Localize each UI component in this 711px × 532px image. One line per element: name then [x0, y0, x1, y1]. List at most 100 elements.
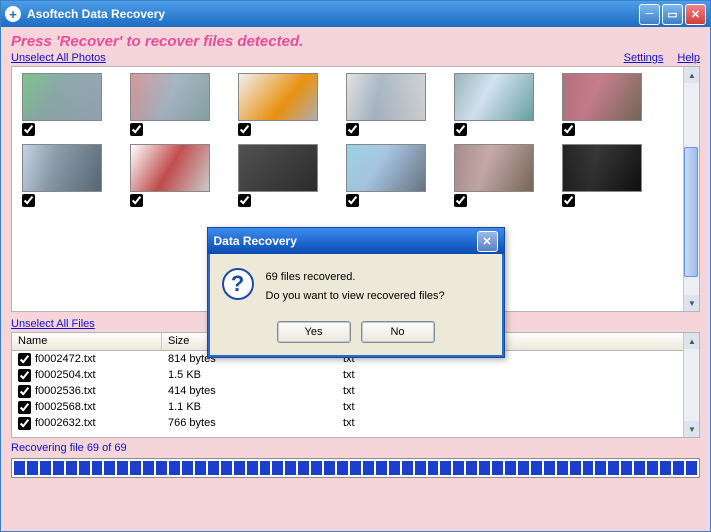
- recovery-dialog: Data Recovery ✕ ? 69 files recovered. Do…: [207, 227, 505, 358]
- progress-segment: [453, 461, 464, 475]
- dialog-close-button[interactable]: ✕: [477, 231, 498, 252]
- table-row[interactable]: f0002632.txt766 bytestxt: [12, 415, 699, 431]
- photo-checkbox[interactable]: [562, 194, 575, 207]
- unselect-all-files-link[interactable]: Unselect All Files: [11, 318, 95, 330]
- progress-segment: [466, 461, 477, 475]
- app-icon: +: [5, 6, 21, 22]
- progress-segment: [492, 461, 503, 475]
- file-name: f0002472.txt: [35, 353, 96, 365]
- file-size: 1.1 KB: [162, 401, 337, 413]
- thumbnail: [346, 73, 426, 121]
- progress-segment: [234, 461, 245, 475]
- app-window: + Asoftech Data Recovery ─ ▭ ✕ Press 'Re…: [0, 0, 711, 532]
- progress-bar: [11, 458, 700, 478]
- photo-checkbox[interactable]: [238, 123, 251, 136]
- photo-item[interactable]: [238, 144, 322, 207]
- file-name: f0002504.txt: [35, 369, 96, 381]
- photo-checkbox[interactable]: [130, 194, 143, 207]
- progress-segment: [324, 461, 335, 475]
- progress-segment: [169, 461, 180, 475]
- photo-checkbox[interactable]: [22, 123, 35, 136]
- file-checkbox[interactable]: [18, 417, 31, 430]
- progress-segment: [156, 461, 167, 475]
- file-name: f0002536.txt: [35, 385, 96, 397]
- photo-checkbox[interactable]: [454, 194, 467, 207]
- photo-item[interactable]: [238, 73, 322, 136]
- scroll-down-icon[interactable]: ▼: [684, 295, 700, 311]
- photo-item[interactable]: [346, 73, 430, 136]
- progress-segment: [311, 461, 322, 475]
- thumbnail: [454, 144, 534, 192]
- progress-segment: [389, 461, 400, 475]
- file-checkbox[interactable]: [18, 401, 31, 414]
- progress-segment: [634, 461, 645, 475]
- progress-segment: [66, 461, 77, 475]
- photo-checkbox[interactable]: [346, 194, 359, 207]
- thumbnail: [346, 144, 426, 192]
- photo-item[interactable]: [562, 144, 646, 207]
- file-scrollbar[interactable]: ▲ ▼: [683, 333, 699, 437]
- progress-segment: [272, 461, 283, 475]
- photo-item[interactable]: [454, 144, 538, 207]
- instruction-text: Press 'Recover' to recover files detecte…: [11, 33, 700, 50]
- file-ext: txt: [337, 417, 482, 429]
- thumbnail: [454, 73, 534, 121]
- help-link[interactable]: Help: [677, 52, 700, 64]
- photo-item[interactable]: [22, 73, 106, 136]
- photo-checkbox[interactable]: [130, 123, 143, 136]
- table-row[interactable]: f0002568.txt1.1 KBtxt: [12, 399, 699, 415]
- photo-checkbox[interactable]: [238, 194, 251, 207]
- progress-segment: [686, 461, 697, 475]
- thumbnail: [238, 144, 318, 192]
- progress-segment: [505, 461, 516, 475]
- yes-button[interactable]: Yes: [277, 321, 351, 343]
- scroll-down-icon[interactable]: ▼: [684, 421, 700, 437]
- photo-item[interactable]: [130, 144, 214, 207]
- table-row[interactable]: f0002504.txt1.5 KBtxt: [12, 367, 699, 383]
- progress-segment: [660, 461, 671, 475]
- progress-segment: [673, 461, 684, 475]
- progress-segment: [337, 461, 348, 475]
- status-text: Recovering file 69 of 69: [11, 442, 700, 454]
- progress-segment: [53, 461, 64, 475]
- progress-segment: [544, 461, 555, 475]
- photo-checkbox[interactable]: [562, 123, 575, 136]
- progress-segment: [583, 461, 594, 475]
- progress-segment: [221, 461, 232, 475]
- photo-checkbox[interactable]: [454, 123, 467, 136]
- settings-link[interactable]: Settings: [624, 52, 664, 64]
- content-area: Press 'Recover' to recover files detecte…: [1, 27, 710, 531]
- photo-scrollbar[interactable]: ▲ ▼: [683, 67, 699, 311]
- table-row[interactable]: f0002536.txt414 bytestxt: [12, 383, 699, 399]
- close-button[interactable]: ✕: [685, 4, 706, 25]
- photo-item[interactable]: [22, 144, 106, 207]
- unselect-all-photos-link[interactable]: Unselect All Photos: [11, 52, 106, 64]
- header-links-row: Unselect All Photos Settings Help: [11, 52, 700, 64]
- column-name[interactable]: Name: [12, 333, 162, 350]
- progress-segment: [595, 461, 606, 475]
- file-size: 414 bytes: [162, 385, 337, 397]
- progress-segment: [130, 461, 141, 475]
- no-button[interactable]: No: [361, 321, 435, 343]
- file-name: f0002632.txt: [35, 417, 96, 429]
- scroll-thumb[interactable]: [684, 147, 698, 277]
- photo-item[interactable]: [562, 73, 646, 136]
- progress-segment: [621, 461, 632, 475]
- photo-item[interactable]: [454, 73, 538, 136]
- photo-checkbox[interactable]: [346, 123, 359, 136]
- scroll-up-icon[interactable]: ▲: [684, 67, 700, 83]
- progress-segment: [479, 461, 490, 475]
- minimize-button[interactable]: ─: [639, 4, 660, 25]
- maximize-button[interactable]: ▭: [662, 4, 683, 25]
- photo-item[interactable]: [346, 144, 430, 207]
- progress-segment: [143, 461, 154, 475]
- dialog-message: 69 files recovered. Do you want to view …: [266, 268, 445, 305]
- progress-segment: [402, 461, 413, 475]
- scroll-up-icon[interactable]: ▲: [684, 333, 700, 349]
- file-checkbox[interactable]: [18, 369, 31, 382]
- titlebar: + Asoftech Data Recovery ─ ▭ ✕: [1, 1, 710, 27]
- photo-item[interactable]: [130, 73, 214, 136]
- file-checkbox[interactable]: [18, 385, 31, 398]
- photo-checkbox[interactable]: [22, 194, 35, 207]
- file-checkbox[interactable]: [18, 353, 31, 366]
